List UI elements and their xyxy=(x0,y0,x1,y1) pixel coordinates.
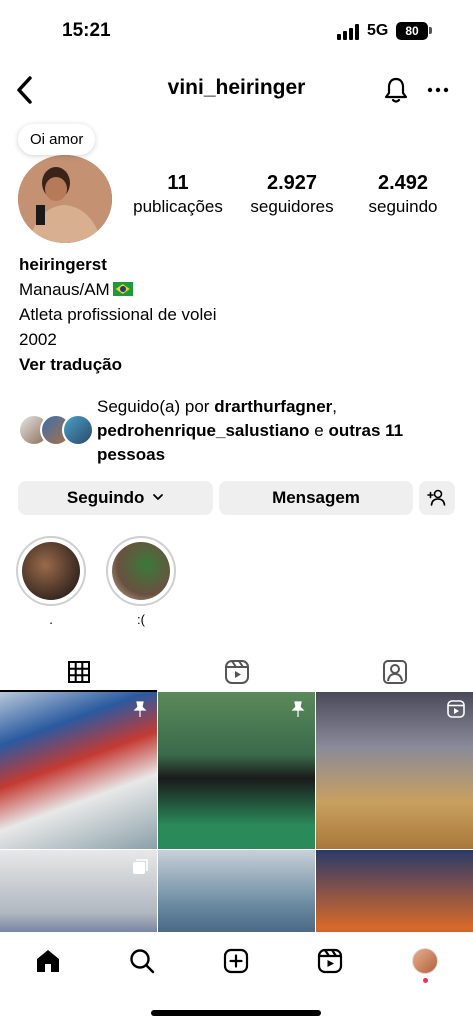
nav-reels[interactable] xyxy=(313,944,347,978)
tab-tagged[interactable] xyxy=(316,652,473,692)
post-thumbnail[interactable] xyxy=(0,850,157,932)
location-line: Manaus/AM xyxy=(19,277,217,302)
profile-bio: heiringerst Manaus/AM Atleta profissiona… xyxy=(19,252,217,377)
suggest-people-button[interactable] xyxy=(419,481,455,515)
story-highlight[interactable]: :( xyxy=(106,536,176,628)
post-thumbnail[interactable] xyxy=(0,692,157,849)
followed-by-prefix: Seguido(a) por xyxy=(97,397,215,416)
note-bubble[interactable]: Oi amor xyxy=(18,124,96,155)
story-highlight[interactable]: . xyxy=(16,536,86,628)
highlight-cover xyxy=(112,542,170,600)
bio-description: Atleta profissional de volei xyxy=(19,305,217,324)
profile-header: vini_heiringer xyxy=(0,68,473,112)
posts-count: 11 xyxy=(167,172,189,194)
home-icon xyxy=(37,950,59,972)
profile-tabs xyxy=(0,652,473,692)
more-horizontal-icon[interactable] xyxy=(427,78,449,102)
mutual-follower-name[interactable]: drarthurfagner xyxy=(214,397,332,416)
see-translation-link[interactable]: Ver tradução xyxy=(19,352,217,377)
mutual-follower-name[interactable]: pedrohenrique_salustiano xyxy=(97,421,310,440)
multiple-posts-icon xyxy=(133,859,148,874)
followers-stat[interactable]: 2.927 seguidores xyxy=(234,172,350,217)
highlight-cover xyxy=(22,542,80,600)
nav-home[interactable] xyxy=(31,944,65,978)
profile-stats: 11 publicações 2.927 seguidores 2.492 se… xyxy=(120,172,465,224)
following-button-label: Seguindo xyxy=(66,488,145,507)
reels-icon xyxy=(317,948,343,974)
avatar xyxy=(62,414,94,446)
post-thumbnail[interactable] xyxy=(158,850,315,932)
create-icon xyxy=(223,948,249,974)
highlight-ring xyxy=(16,536,86,606)
chevron-down-icon xyxy=(153,494,163,500)
bio-year: 2002 xyxy=(19,330,57,349)
message-button[interactable]: Mensagem xyxy=(219,481,413,515)
following-stat[interactable]: 2.492 seguindo xyxy=(353,172,453,217)
display-name: heiringerst xyxy=(19,255,107,274)
followers-label: seguidores xyxy=(250,197,334,216)
cellular-signal-icon xyxy=(337,24,359,40)
profile-avatar xyxy=(412,948,438,974)
status-bar: 15:21 5G 80 xyxy=(0,0,473,60)
tab-reels[interactable] xyxy=(158,652,315,692)
highlight-ring xyxy=(106,536,176,606)
following-button[interactable]: Seguindo xyxy=(18,481,213,515)
add-person-icon xyxy=(427,489,446,506)
home-indicator[interactable] xyxy=(151,1010,321,1016)
post-thumbnail[interactable] xyxy=(316,692,473,849)
mutual-followers-avatars[interactable] xyxy=(18,414,94,448)
battery-icon: 80 xyxy=(396,22,428,40)
notification-dot xyxy=(423,978,428,983)
status-time: 15:21 xyxy=(62,20,111,41)
posts-label: publicações xyxy=(133,197,223,216)
followed-by-comma: , xyxy=(332,397,337,416)
posts-grid xyxy=(0,692,473,932)
nav-create[interactable] xyxy=(219,944,253,978)
tagged-icon xyxy=(382,660,407,684)
location-text: Manaus/AM xyxy=(19,280,110,299)
network-type: 5G xyxy=(367,22,389,39)
bell-icon[interactable] xyxy=(383,76,409,104)
reels-icon xyxy=(224,660,249,684)
battery-tip xyxy=(429,27,432,34)
highlight-label: . xyxy=(49,612,53,627)
highlight-label: :( xyxy=(137,612,145,627)
brazil-flag-icon xyxy=(112,282,133,296)
following-label: seguindo xyxy=(368,197,438,216)
post-thumbnail[interactable] xyxy=(316,850,473,932)
nav-search[interactable] xyxy=(125,944,159,978)
pin-icon xyxy=(133,701,147,717)
profile-avatar[interactable] xyxy=(18,155,112,243)
following-count: 2.492 xyxy=(377,172,429,194)
search-icon xyxy=(130,949,155,974)
followers-count: 2.927 xyxy=(266,172,318,194)
pin-icon xyxy=(291,701,305,717)
grid-icon xyxy=(67,661,90,683)
reels-icon xyxy=(447,700,465,718)
post-thumbnail[interactable] xyxy=(158,692,315,849)
posts-stat[interactable]: 11 publicações xyxy=(123,172,233,217)
tab-posts-grid[interactable] xyxy=(0,652,157,692)
followed-by-conjunction: e xyxy=(309,421,329,440)
nav-profile[interactable] xyxy=(408,944,442,978)
followed-by-text[interactable]: Seguido(a) por drarthurfagner, pedrohenr… xyxy=(97,395,457,467)
